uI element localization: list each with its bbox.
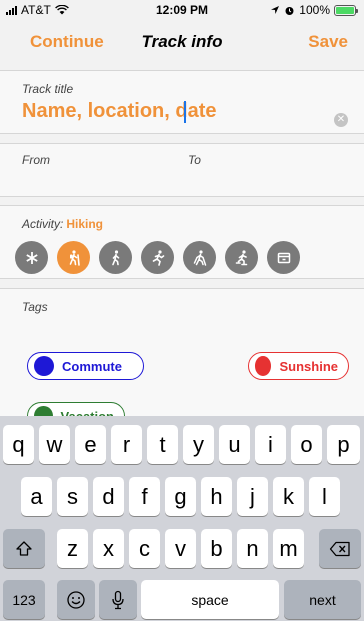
status-right: 100%: [270, 3, 358, 17]
clear-text-icon[interactable]: ✕: [334, 113, 348, 127]
key-l[interactable]: l: [309, 477, 340, 516]
key-w[interactable]: w: [39, 425, 70, 464]
backspace-icon: [329, 541, 350, 556]
tags-label: Tags: [22, 300, 48, 314]
key-o[interactable]: o: [291, 425, 322, 464]
running-icon[interactable]: [141, 241, 174, 274]
emoji-key[interactable]: [57, 580, 95, 619]
key-r[interactable]: r: [111, 425, 142, 464]
tag-commute[interactable]: Commute: [27, 352, 144, 380]
key-u[interactable]: u: [219, 425, 250, 464]
skating-icon[interactable]: [225, 241, 258, 274]
key-i[interactable]: i: [255, 425, 286, 464]
tag-color-dot: [34, 356, 54, 376]
emoji-icon: [67, 590, 85, 609]
space-key[interactable]: space: [141, 580, 279, 619]
tag-label: Commute: [62, 358, 122, 374]
key-n[interactable]: n: [237, 529, 268, 568]
screen: AT&T 12:09 PM 100% Continue Track info S…: [0, 0, 364, 621]
battery-icon: [334, 4, 358, 16]
tag-label: Sunshine: [279, 358, 338, 374]
battery-percent: 100%: [299, 3, 330, 17]
activity-picker: [15, 241, 300, 274]
track-title-label: Track title: [22, 82, 74, 96]
nordic-walking-icon[interactable]: [183, 241, 216, 274]
track-title-section: Track title ✕: [0, 70, 364, 134]
alarm-icon: [285, 6, 294, 15]
key-y[interactable]: y: [183, 425, 214, 464]
from-field[interactable]: From: [22, 153, 50, 167]
location-icon: [271, 6, 280, 14]
backspace-key[interactable]: [319, 529, 361, 568]
track-title-input[interactable]: [22, 100, 322, 123]
walking-icon[interactable]: [99, 241, 132, 274]
key-h[interactable]: h: [201, 477, 232, 516]
shift-key[interactable]: [3, 529, 45, 568]
key-v[interactable]: v: [165, 529, 196, 568]
from-to-section: From To: [0, 143, 364, 197]
activity-label: Activity: Hiking: [22, 217, 103, 231]
key-a[interactable]: a: [21, 477, 52, 516]
microphone-icon: [112, 590, 124, 609]
key-g[interactable]: g: [165, 477, 196, 516]
key-c[interactable]: c: [129, 529, 160, 568]
key-x[interactable]: x: [93, 529, 124, 568]
activity-value: Hiking: [66, 217, 104, 231]
key-e[interactable]: e: [75, 425, 106, 464]
key-p[interactable]: p: [327, 425, 360, 464]
activity-label-text: Activity:: [22, 217, 64, 231]
shift-icon: [16, 540, 32, 556]
key-k[interactable]: k: [273, 477, 304, 516]
key-j[interactable]: j: [237, 477, 268, 516]
nav-bar: Continue Track info Save: [0, 20, 364, 66]
key-z[interactable]: z: [57, 529, 88, 568]
save-button[interactable]: Save: [308, 32, 348, 52]
activity-section: Activity: Hiking: [0, 205, 364, 279]
hiking-icon[interactable]: [57, 241, 90, 274]
battery-fill: [336, 6, 354, 14]
to-field[interactable]: To: [188, 153, 201, 167]
key-b[interactable]: b: [201, 529, 232, 568]
dictation-key[interactable]: [99, 580, 137, 619]
text-caret: [184, 101, 186, 123]
asterisk-icon[interactable]: [15, 241, 48, 274]
tag-color-dot: [255, 356, 272, 376]
key-m[interactable]: m: [273, 529, 304, 568]
key-s[interactable]: s: [57, 477, 88, 516]
key-q[interactable]: q: [3, 425, 34, 464]
more-icon[interactable]: [267, 241, 300, 274]
numbers-key[interactable]: 123: [3, 580, 45, 619]
tag-sunshine[interactable]: Sunshine: [248, 352, 349, 380]
key-f[interactable]: f: [129, 477, 160, 516]
key-t[interactable]: t: [147, 425, 178, 464]
status-bar: AT&T 12:09 PM 100%: [0, 0, 364, 20]
keyboard: q w e r t y u i o p a s d f g h j k l z …: [0, 416, 364, 621]
next-key[interactable]: next: [284, 580, 361, 619]
key-d[interactable]: d: [93, 477, 124, 516]
